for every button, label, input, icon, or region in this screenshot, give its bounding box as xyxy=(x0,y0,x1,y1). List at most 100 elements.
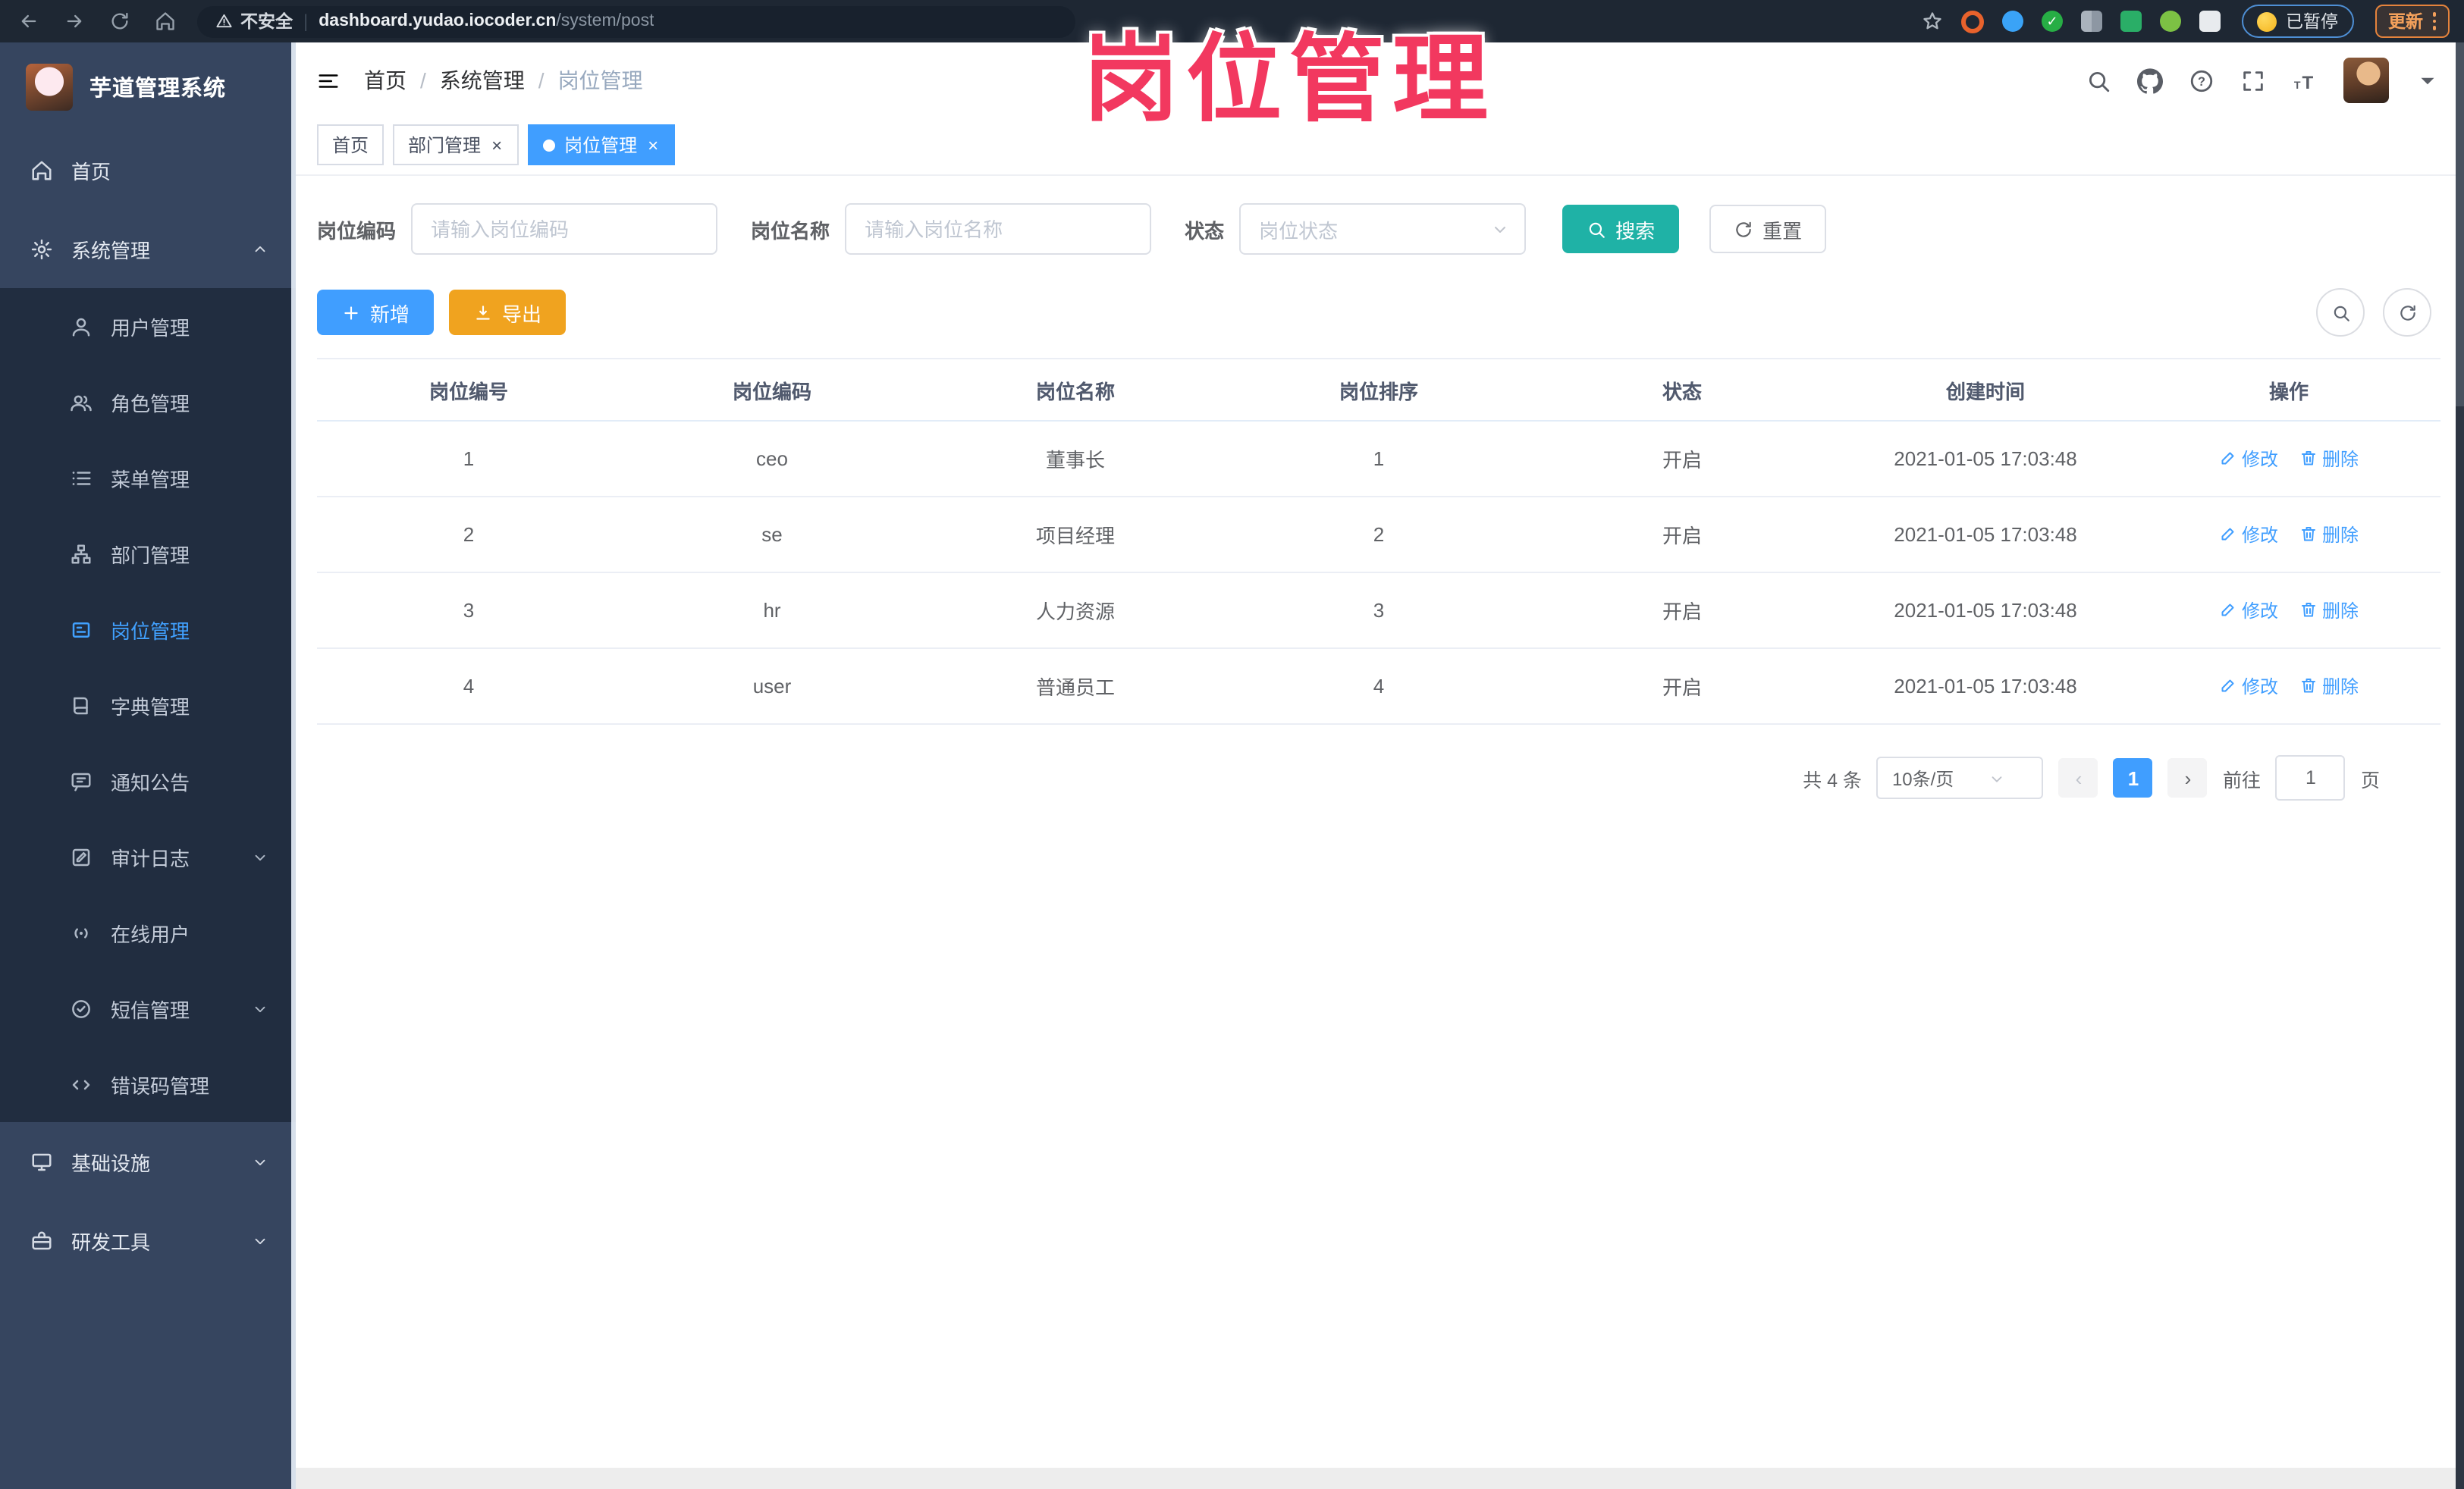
breadcrumb-item[interactable]: 首页 xyxy=(364,65,406,96)
app-title: 芋道管理系统 xyxy=(89,77,226,101)
svg-text:?: ? xyxy=(2198,74,2205,88)
extension-leaf-icon[interactable] xyxy=(2160,11,2181,32)
sidebar-item-notice[interactable]: 通知公告 xyxy=(0,743,296,819)
sidebar-item-system[interactable]: 系统管理 xyxy=(0,209,296,288)
extension-grid-icon[interactable] xyxy=(2081,11,2102,32)
add-button[interactable]: 新增 xyxy=(317,290,435,335)
sidebar-item-dev-tools[interactable]: 研发工具 xyxy=(0,1201,296,1280)
home-browser-icon[interactable] xyxy=(155,11,176,32)
update-button[interactable]: 更新 xyxy=(2375,5,2450,38)
reset-button[interactable]: 重置 xyxy=(1709,205,1827,253)
address-bar[interactable]: 不安全 | dashboard.yudao.iocoder.cn/system/… xyxy=(197,5,1075,37)
tab-close-icon[interactable]: × xyxy=(646,134,660,155)
extension-green-check-icon[interactable]: ✓ xyxy=(2042,11,2063,32)
edit-link[interactable]: 修改 xyxy=(2219,446,2278,472)
cell-sort: 4 xyxy=(1227,648,1530,725)
sidebar-item-audit-log[interactable]: 审计日志 xyxy=(0,819,296,895)
post-name-input[interactable] xyxy=(845,203,1152,255)
edit-link[interactable]: 修改 xyxy=(2219,673,2278,699)
extension-puzzle-icon[interactable] xyxy=(2199,11,2221,32)
tab-close-icon[interactable]: × xyxy=(490,134,504,155)
hamburger-icon[interactable] xyxy=(317,69,340,92)
edit-link[interactable]: 修改 xyxy=(2219,597,2278,623)
warning-triangle-icon xyxy=(215,13,233,30)
sidebar-item-label: 角色管理 xyxy=(111,392,190,415)
extension-blue-dot-icon[interactable] xyxy=(2002,11,2023,32)
reload-icon[interactable] xyxy=(109,11,130,32)
tab-dept[interactable]: 部门管理 × xyxy=(393,124,519,165)
status-select[interactable]: 岗位状态 xyxy=(1239,203,1527,255)
sidebar-item-infra[interactable]: 基础设施 xyxy=(0,1122,296,1201)
trash-icon xyxy=(2299,601,2318,619)
delete-link[interactable]: 删除 xyxy=(2299,673,2359,699)
sidebar-item-error-code[interactable]: 错误码管理 xyxy=(0,1046,296,1122)
extension-orange-ring-icon[interactable] xyxy=(1961,10,1984,33)
prev-page-button[interactable]: ‹ xyxy=(2058,758,2098,798)
cell-id: 2 xyxy=(317,497,620,573)
next-page-button[interactable]: › xyxy=(2167,758,2208,798)
sidebar-item-label: 部门管理 xyxy=(111,544,190,566)
sidebar-item-post-mgmt[interactable]: 岗位管理 xyxy=(0,591,296,667)
font-size-icon[interactable]: TT xyxy=(2292,67,2318,93)
column-header: 岗位编号 xyxy=(317,358,620,422)
browser-nav xyxy=(18,11,176,32)
sidebar-item-label: 通知公告 xyxy=(111,771,190,794)
column-header: 岗位名称 xyxy=(924,358,1227,422)
app-frame: 芋道管理系统 首页 系统管理 用户管理 角色管理 菜单管理 部门管理 岗位管理 字典管理 通知公… xyxy=(0,42,2464,1489)
github-icon[interactable] xyxy=(2137,67,2163,93)
edit-link[interactable]: 修改 xyxy=(2219,522,2278,547)
sidebar-item-sms-mgmt[interactable]: 短信管理 xyxy=(0,970,296,1046)
window-scrollbar[interactable] xyxy=(2456,42,2464,1489)
pencil-icon xyxy=(2219,525,2237,544)
caret-down-icon[interactable] xyxy=(2415,67,2440,93)
org-tree-icon xyxy=(70,542,93,565)
post-code-label: 岗位编码 xyxy=(317,219,397,242)
toggle-search-button[interactable] xyxy=(2316,288,2365,337)
cell-actions: 修改 删除 xyxy=(2137,497,2440,573)
tab-label: 岗位管理 xyxy=(564,135,638,156)
delete-link[interactable]: 删除 xyxy=(2299,522,2359,547)
cell-code: se xyxy=(620,497,924,573)
sidebar-item-user-mgmt[interactable]: 用户管理 xyxy=(0,288,296,364)
sidebar-item-dept-mgmt[interactable]: 部门管理 xyxy=(0,516,296,591)
tab-post[interactable]: 岗位管理 × xyxy=(528,124,676,165)
extension-wechat-icon[interactable] xyxy=(2120,11,2142,32)
fullscreen-icon[interactable] xyxy=(2240,67,2266,93)
sidebar-scrollbar[interactable] xyxy=(290,42,296,1489)
sidebar-item-menu-mgmt[interactable]: 菜单管理 xyxy=(0,440,296,516)
search-button[interactable]: 搜索 xyxy=(1562,205,1680,253)
post-code-input[interactable] xyxy=(411,203,718,255)
sidebar-item-role-mgmt[interactable]: 角色管理 xyxy=(0,364,296,440)
table-row: 3 hr 人力资源 3 开启 2021-01-05 17:03:48 修改 删除 xyxy=(317,572,2440,649)
breadcrumb: 首页 / 系统管理 / 岗位管理 xyxy=(364,65,643,96)
sidebar-item-home[interactable]: 首页 xyxy=(0,130,296,209)
security-warning[interactable]: 不安全 xyxy=(215,9,293,33)
navbar-actions: ? TT xyxy=(2086,58,2440,103)
cell-code: ceo xyxy=(620,421,924,497)
search-icon[interactable] xyxy=(2086,67,2111,93)
page-size-select[interactable]: 10条/页 xyxy=(1876,757,2044,799)
page-1-button[interactable]: 1 xyxy=(2113,758,2153,798)
cell-status: 开启 xyxy=(1530,572,1834,649)
refresh-table-button[interactable] xyxy=(2383,288,2431,337)
online-icon xyxy=(70,921,93,944)
breadcrumb-item[interactable]: 系统管理 xyxy=(440,65,525,96)
sidebar-logo-row[interactable]: 芋道管理系统 xyxy=(0,42,296,130)
forward-icon[interactable] xyxy=(64,11,85,32)
scrollbar-thumb[interactable] xyxy=(2456,42,2464,406)
export-button[interactable]: 导出 xyxy=(449,290,567,335)
user-avatar[interactable] xyxy=(2343,58,2389,103)
help-icon[interactable]: ? xyxy=(2189,67,2214,93)
sidebar-item-online-users[interactable]: 在线用户 xyxy=(0,895,296,970)
delete-link[interactable]: 删除 xyxy=(2299,446,2359,472)
sidebar-item-dict-mgmt[interactable]: 字典管理 xyxy=(0,667,296,743)
tab-label: 部门管理 xyxy=(408,135,482,156)
cell-id: 3 xyxy=(317,572,620,649)
paused-badge[interactable]: 已暂停 xyxy=(2242,5,2353,38)
goto-page-input[interactable] xyxy=(2275,755,2346,801)
tab-home[interactable]: 首页 xyxy=(317,124,385,165)
bookmark-star-icon[interactable] xyxy=(1922,11,1943,32)
delete-link[interactable]: 删除 xyxy=(2299,597,2359,623)
kebab-menu-icon[interactable] xyxy=(2432,12,2436,30)
back-icon[interactable] xyxy=(18,11,39,32)
